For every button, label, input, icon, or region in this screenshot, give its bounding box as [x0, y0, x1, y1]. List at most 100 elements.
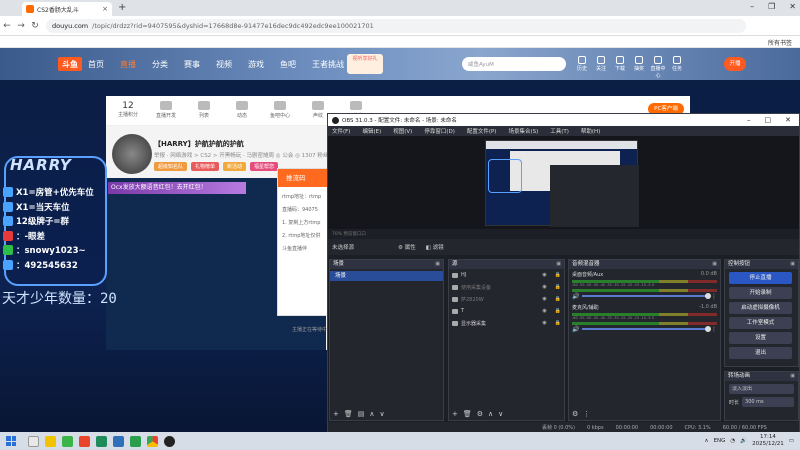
control-button[interactable]: 工作室模式 — [729, 317, 792, 329]
obs-menu-item[interactable]: 文件(F) — [332, 127, 350, 135]
clock[interactable]: 17:14 2025/12/21 — [752, 434, 784, 448]
lock-icon[interactable]: 🔒 — [555, 320, 561, 326]
nvidia-icon[interactable] — [62, 435, 73, 447]
room-toolbar-item[interactable]: 12 主播积分 — [110, 101, 146, 118]
lock-icon[interactable]: 🔒 — [555, 308, 561, 314]
minimize-icon[interactable]: – — [750, 2, 754, 11]
properties-button[interactable]: ⚙ 属性 — [398, 243, 416, 251]
notifications-icon[interactable]: ▭ — [789, 438, 794, 444]
source-item[interactable]: 萨2820W ◉ 🔒 — [449, 293, 564, 305]
add-source-icon[interactable]: + — [452, 410, 458, 418]
obs-menu-item[interactable]: 编辑(E) — [362, 127, 381, 135]
header-icon-item[interactable]: 任务 — [669, 56, 685, 79]
transition-select[interactable]: 淡入淡出 — [729, 384, 794, 394]
lock-icon[interactable]: 🔒 — [555, 284, 561, 290]
tray-overflow-icon[interactable]: ∧ — [705, 438, 709, 444]
dock-undock-icon[interactable]: ▣ — [556, 260, 561, 269]
remove-source-icon[interactable]: 🗑 — [463, 410, 472, 418]
new-tab-icon[interactable]: + — [118, 2, 126, 13]
volume-icon[interactable]: 🔊 — [740, 438, 747, 444]
source-item[interactable]: 使用采集设备 ◉ 🔒 — [449, 281, 564, 293]
search-icon[interactable] — [28, 435, 39, 447]
red-packet-banner[interactable]: Ocx发放大额语音红包！去开红包！ — [108, 182, 246, 194]
obs-taskbar-icon[interactable] — [164, 435, 175, 447]
room-toolbar-item[interactable]: 鱼吧中心 — [262, 101, 298, 119]
streamer-avatar[interactable] — [112, 134, 152, 174]
duration-input[interactable]: 300 ms — [742, 397, 794, 407]
scene-item[interactable]: 场景 — [330, 271, 443, 281]
nav-item[interactable]: 王者挑战 — [312, 59, 344, 70]
obs-menu-item[interactable]: 帮助(H) — [581, 127, 600, 135]
visibility-eye-icon[interactable]: ◉ — [542, 320, 546, 326]
nav-item[interactable]: 游戏 — [248, 59, 280, 70]
douyu-logo[interactable]: 斗鱼 — [58, 57, 82, 71]
add-scene-icon[interactable]: + — [333, 410, 339, 418]
move-up-icon[interactable]: ∧ — [488, 410, 493, 418]
address-bar[interactable]: douyu.com/topic/drdzz?rid=9407595&dyshid… — [46, 18, 746, 33]
volume-slider[interactable] — [582, 293, 711, 299]
obs-maximize-icon[interactable]: □ — [765, 116, 772, 124]
move-down-icon[interactable]: ∨ — [498, 410, 503, 418]
browser-tab[interactable]: CS2香肠大乱斗 × — [22, 2, 112, 16]
header-icon-item[interactable]: 直播中心 — [650, 56, 666, 79]
obs-menu-item[interactable]: 停靠窗口(D) — [424, 127, 455, 135]
chrome-icon[interactable] — [147, 435, 158, 447]
nav-item[interactable]: 鱼吧 — [280, 59, 312, 70]
visibility-eye-icon[interactable]: ◉ — [542, 284, 546, 290]
dock-undock-icon[interactable]: ▣ — [712, 260, 717, 269]
search-input[interactable]: 咸鱼AyuM — [462, 57, 566, 71]
app-icon[interactable] — [113, 435, 124, 447]
douyu-app-icon[interactable] — [79, 435, 90, 447]
room-toolbar-item[interactable]: 列表 — [186, 101, 222, 119]
obs-menu-item[interactable]: 视图(V) — [393, 127, 412, 135]
obs-minimize-icon[interactable]: – — [747, 116, 751, 124]
all-bookmarks-link[interactable]: 所有书签 — [768, 38, 792, 47]
control-button[interactable]: 退出 — [729, 347, 792, 359]
nav-item[interactable]: 赛事 — [184, 59, 216, 70]
header-icon-item[interactable]: 关注 — [593, 56, 609, 79]
scene-filter-icon[interactable]: ▤ — [358, 410, 365, 418]
dock-undock-icon[interactable]: ▣ — [435, 260, 440, 269]
obs-close-icon[interactable]: ✕ — [785, 116, 791, 124]
control-button[interactable]: 停止直播 — [729, 272, 792, 284]
filters-button[interactable]: ◧ 滤镜 — [426, 243, 444, 251]
move-up-icon[interactable]: ∧ — [369, 410, 374, 418]
nav-item[interactable]: 视频 — [216, 59, 248, 70]
slider-knob[interactable] — [705, 326, 711, 332]
back-icon[interactable]: ← — [0, 21, 14, 31]
header-icon-item[interactable]: 抽奖 — [631, 56, 647, 79]
dock-undock-icon[interactable]: ▣ — [790, 260, 795, 269]
maximize-icon[interactable]: ❐ — [768, 2, 775, 11]
remove-scene-icon[interactable]: 🗑 — [344, 410, 353, 418]
tab-close-icon[interactable]: × — [102, 5, 108, 13]
obs-menu-item[interactable]: 工具(T) — [550, 127, 569, 135]
room-tag[interactable]: 新活动 — [223, 162, 247, 171]
reload-icon[interactable]: ↻ — [28, 21, 42, 31]
source-item[interactable]: 显示器采集 ◉ 🔒 — [449, 317, 564, 329]
header-icon-item[interactable]: 历史 — [574, 56, 590, 79]
nav-item[interactable]: 分类 — [152, 59, 184, 70]
visibility-eye-icon[interactable]: ◉ — [542, 308, 546, 314]
network-icon[interactable]: ◔ — [730, 438, 735, 444]
speaker-icon[interactable]: 🔊 — [572, 293, 579, 300]
header-icon-item[interactable]: 下载 — [612, 56, 628, 79]
lock-icon[interactable]: 🔒 — [555, 296, 561, 302]
room-tag[interactable]: 超级知名队 — [154, 162, 188, 171]
room-toolbar-item[interactable]: 直播开发 — [148, 101, 184, 119]
windows-start-icon[interactable] — [6, 436, 16, 446]
control-button[interactable]: 设置 — [729, 332, 792, 344]
mixer-settings-icon[interactable]: ⚙ — [572, 410, 578, 418]
preview-canvas[interactable] — [485, 140, 639, 227]
room-tag[interactable]: 礼物榜单 — [191, 162, 220, 171]
control-button[interactable]: 开始录制 — [729, 287, 792, 299]
obs-menu-item[interactable]: 配置文件(P) — [467, 127, 497, 135]
speaker-icon[interactable]: 🔊 — [572, 326, 579, 333]
language-indicator[interactable]: ENG — [714, 438, 726, 444]
source-item[interactable]: T ◉ 🔒 — [449, 305, 564, 317]
obs-menu-item[interactable]: 场景集合(S) — [508, 127, 538, 135]
lock-icon[interactable]: 🔒 — [555, 272, 561, 278]
volume-slider[interactable] — [582, 326, 711, 332]
move-down-icon[interactable]: ∨ — [380, 410, 385, 418]
source-item[interactable]: HJ ◉ 🔒 — [449, 269, 564, 281]
slider-knob[interactable] — [705, 293, 711, 299]
